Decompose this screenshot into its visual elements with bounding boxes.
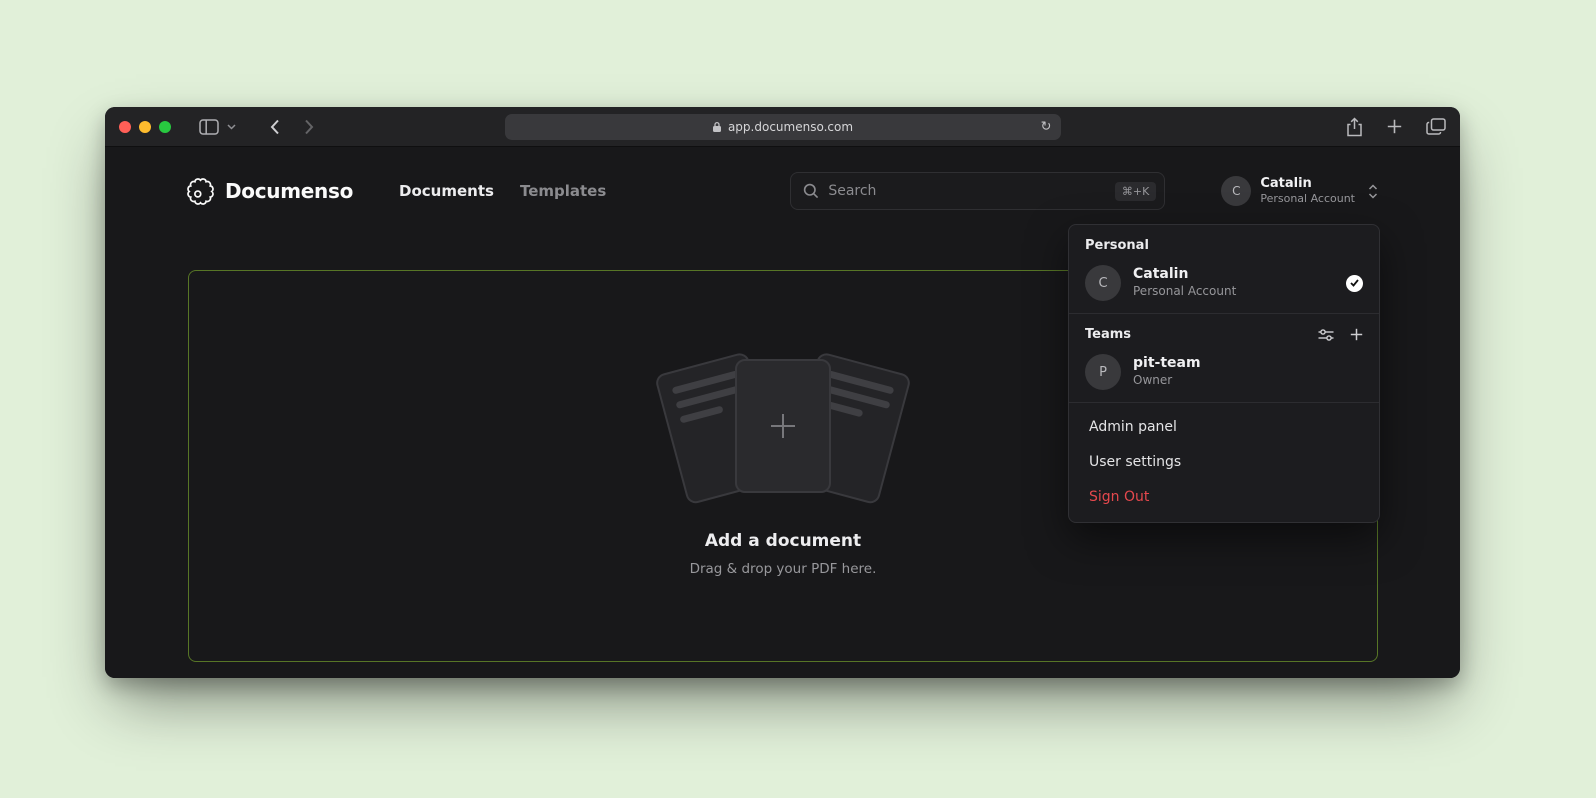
app-content: Documenso Documents Templates ⌘+K C Cata… [105,147,1460,678]
menu-item-admin-panel[interactable]: Admin panel [1069,409,1379,444]
brand-name: Documenso [225,179,353,203]
window-controls [119,121,171,133]
fullscreen-button[interactable] [159,121,171,133]
back-icon[interactable] [270,119,280,135]
chevron-updown-icon [1368,184,1378,199]
documenso-logo-icon [187,178,214,205]
dropzone-subtitle: Drag & drop your PDF here. [690,561,877,577]
tab-overview-icon[interactable] [1426,118,1446,135]
app-header: Documenso Documents Templates ⌘+K C Cata… [105,147,1460,235]
add-document-card-icon [735,359,831,493]
browser-toolbar: app.documenso.com ↻ [105,107,1460,147]
documents-illustration [663,351,903,503]
search-input[interactable] [828,183,1106,199]
minimize-button[interactable] [139,121,151,133]
teams-heading: Teams [1085,327,1131,342]
account-subtitle: Personal Account [1260,192,1355,206]
search-icon [803,183,819,199]
close-button[interactable] [119,121,131,133]
team-name: pit-team [1133,355,1201,373]
brand[interactable]: Documenso [187,178,353,205]
reload-icon[interactable]: ↻ [1041,121,1052,134]
main-nav: Documents Templates [399,182,606,200]
personal-name: Catalin [1133,266,1236,284]
sidebar-toggle-icon[interactable] [199,119,219,135]
teams-section: Teams P pit-team Owner [1069,314,1379,402]
personal-section: Personal C Catalin Personal Account [1069,225,1379,313]
forward-icon[interactable] [304,119,314,135]
address-bar[interactable]: app.documenso.com ↻ [505,114,1061,140]
personal-heading: Personal [1085,238,1363,253]
menu-item-user-settings[interactable]: User settings [1069,444,1379,479]
chevron-down-icon[interactable] [227,124,236,130]
selected-check-icon [1346,275,1363,292]
nav-documents[interactable]: Documents [399,182,494,200]
share-icon[interactable] [1346,117,1363,137]
team-role: Owner [1133,373,1201,389]
nav-templates[interactable]: Templates [520,182,606,200]
menu-items: Admin panel User settings Sign Out [1069,403,1379,522]
url-text: app.documenso.com [728,120,853,134]
search-box[interactable]: ⌘+K [790,172,1165,210]
menu-item-sign-out[interactable]: Sign Out [1069,479,1379,514]
personal-account-row[interactable]: C Catalin Personal Account [1085,265,1363,301]
personal-avatar: C [1085,265,1121,301]
team-avatar: P [1085,354,1121,390]
new-tab-icon[interactable] [1387,119,1402,134]
account-dropdown-menu: Personal C Catalin Personal Account Team… [1068,224,1380,523]
account-menu-button[interactable]: C Catalin Personal Account [1221,176,1378,206]
add-team-icon[interactable] [1350,328,1363,341]
lock-icon [712,121,722,133]
dropzone-title: Add a document [705,531,861,551]
plus-icon [768,411,798,441]
search-shortcut-badge: ⌘+K [1115,182,1156,201]
browser-window: app.documenso.com ↻ [105,107,1460,678]
manage-teams-icon[interactable] [1318,328,1334,342]
account-name: Catalin [1260,176,1355,192]
team-row[interactable]: P pit-team Owner [1085,354,1363,390]
account-avatar: C [1221,176,1251,206]
personal-subtitle: Personal Account [1133,284,1236,300]
